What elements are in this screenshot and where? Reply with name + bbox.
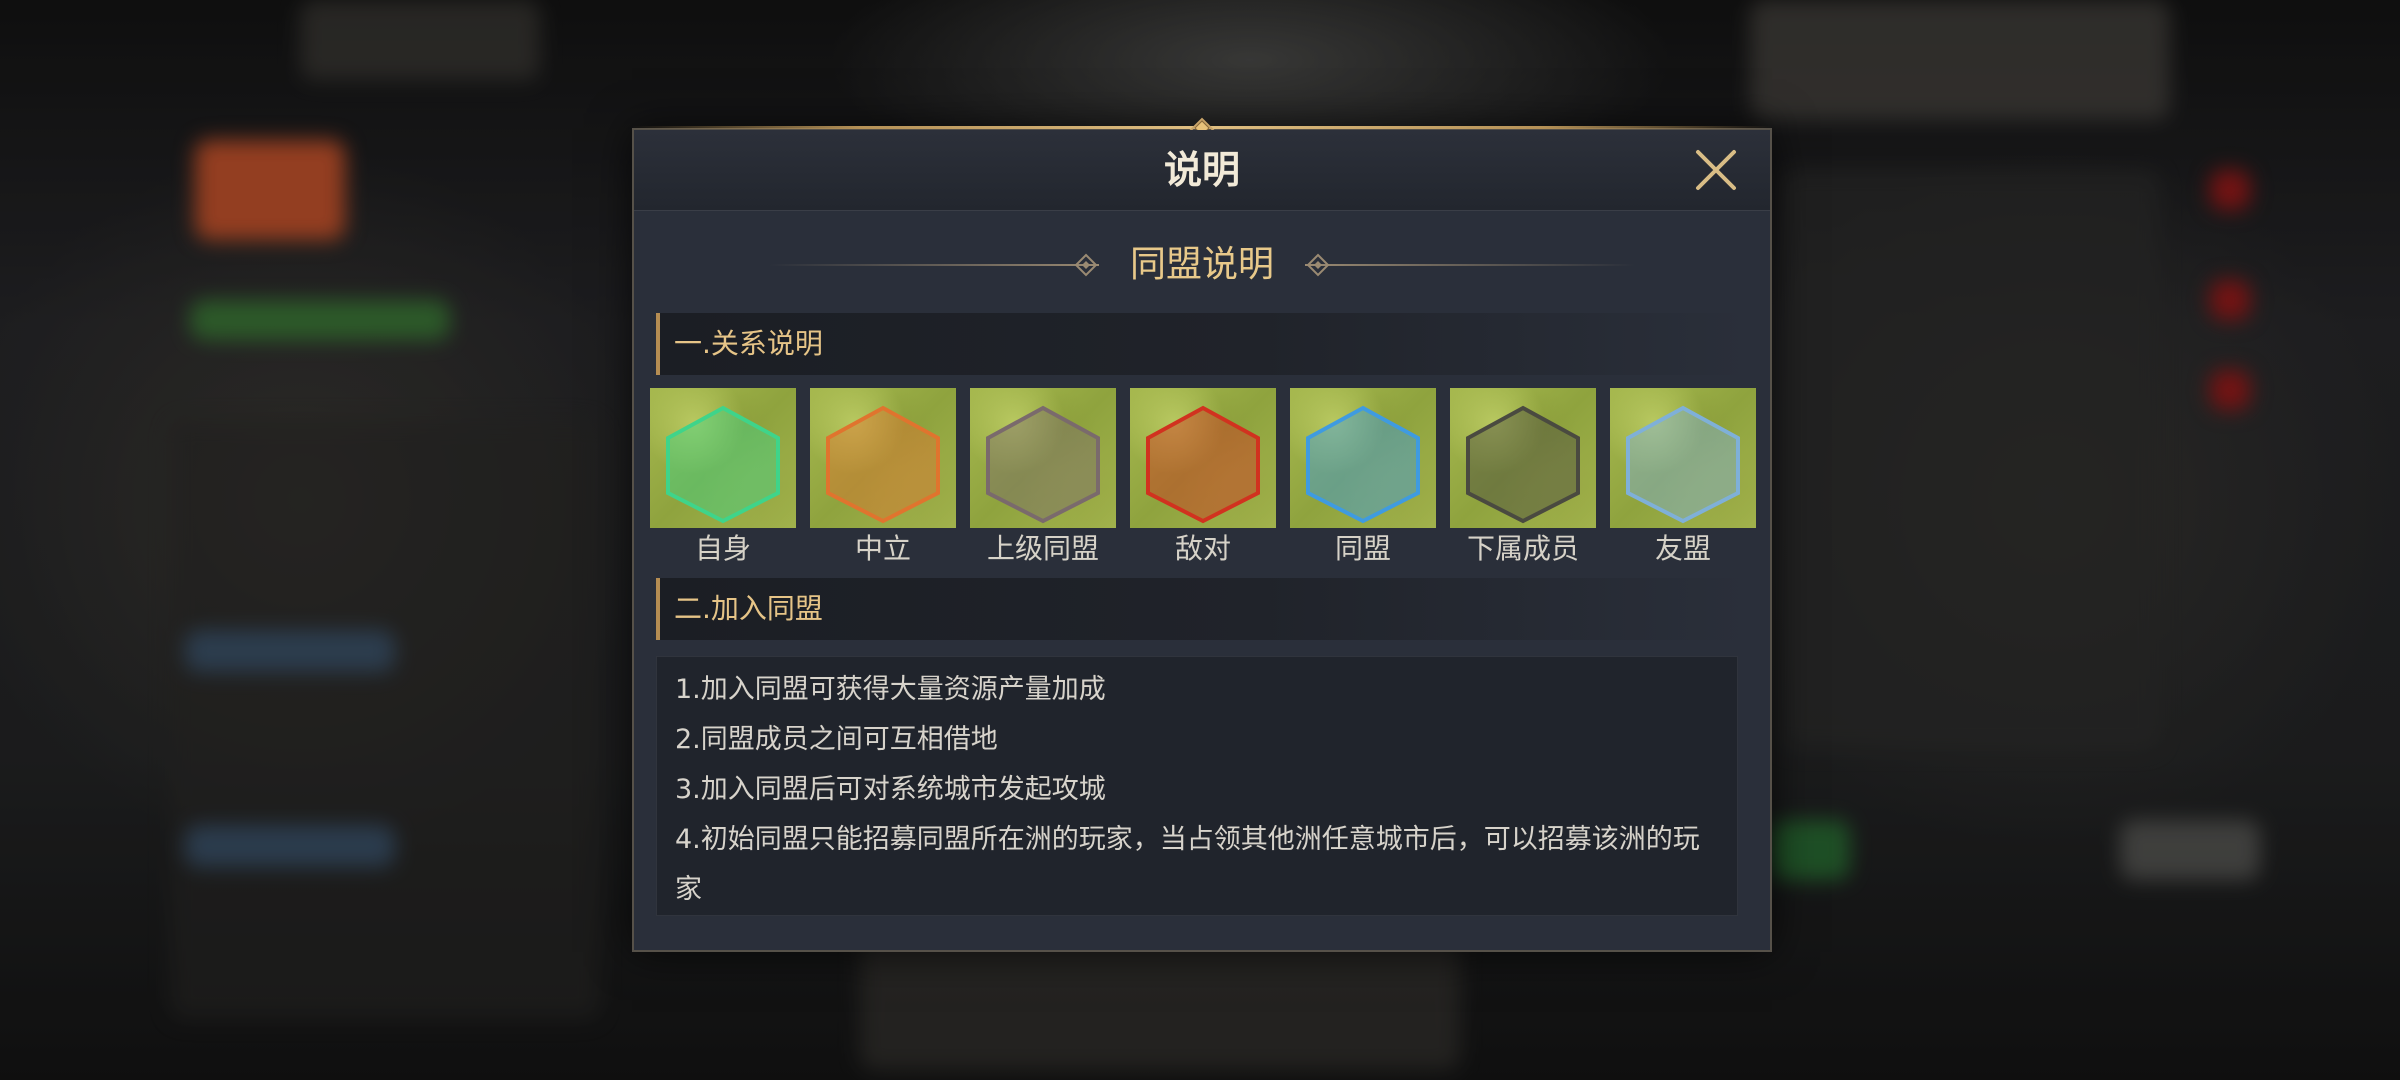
relation-tile: 同盟 (1290, 388, 1436, 568)
subtitle-row: 同盟说明 (634, 230, 1770, 300)
hexagon-territory-icon (1626, 405, 1740, 524)
relation-tile: 自身 (650, 388, 796, 568)
dialog-title: 说明 (1163, 148, 1240, 192)
map-tile-image (1130, 388, 1276, 528)
relation-label: 自身 (694, 532, 751, 565)
map-tile-image (1450, 388, 1596, 528)
hexagon-territory-icon (1306, 405, 1420, 524)
relation-tile: 下属成员 (1450, 388, 1596, 568)
map-tile-image (1610, 388, 1756, 528)
relation-tile: 中立 (810, 388, 956, 568)
rule-item: 2.同盟成员之间可互相借地 (675, 724, 998, 755)
relation-tile: 上级同盟 (970, 388, 1116, 568)
section-header-join: 二.加入同盟 (656, 578, 1750, 640)
section-heading: 一.关系说明 (674, 327, 823, 360)
relation-label: 中立 (854, 532, 911, 565)
rule-item: 4.初始同盟只能招募同盟所在洲的玩家，当占领其他洲任意城市后，可以招募该洲的玩家 (675, 824, 1700, 905)
hexagon-territory-icon (1466, 405, 1580, 524)
relation-tile: 敌对 (1130, 388, 1276, 568)
hexagon-territory-icon (986, 405, 1100, 524)
dialog-header: 说明 (634, 130, 1770, 211)
section-heading: 二.加入同盟 (674, 592, 823, 625)
map-tile-image (650, 388, 796, 528)
hexagon-territory-icon (666, 405, 780, 524)
alliance-info-dialog: 说明 同盟说明 一.关系说明 自身 中立 上级同盟 敌对 同盟 下属成员 友盟 … (632, 117, 1772, 952)
rule-item: 3.加入同盟后可对系统城市发起攻城 (675, 774, 1106, 805)
section-header-relations: 一.关系说明 (656, 313, 1750, 375)
relation-label: 下属成员 (1466, 532, 1579, 565)
divider-line-right (1305, 264, 1635, 266)
relation-tile: 友盟 (1610, 388, 1756, 568)
map-tile-image (810, 388, 956, 528)
rule-item: 1.加入同盟可获得大量资源产量加成 (675, 674, 1106, 705)
close-icon[interactable] (1690, 144, 1742, 196)
hexagon-territory-icon (1146, 405, 1260, 524)
relation-label: 友盟 (1654, 532, 1711, 565)
relation-tiles: 自身 中立 上级同盟 敌对 同盟 下属成员 友盟 (650, 388, 1756, 568)
relation-label: 上级同盟 (986, 532, 1099, 565)
hexagon-territory-icon (826, 405, 940, 524)
relation-label: 同盟 (1334, 532, 1391, 565)
relation-label: 敌对 (1174, 532, 1231, 565)
map-tile-image (970, 388, 1116, 528)
rules-text-box[interactable]: 1.加入同盟可获得大量资源产量加成 2.同盟成员之间可互相借地 3.加入同盟后可… (656, 656, 1738, 916)
map-tile-image (1290, 388, 1436, 528)
